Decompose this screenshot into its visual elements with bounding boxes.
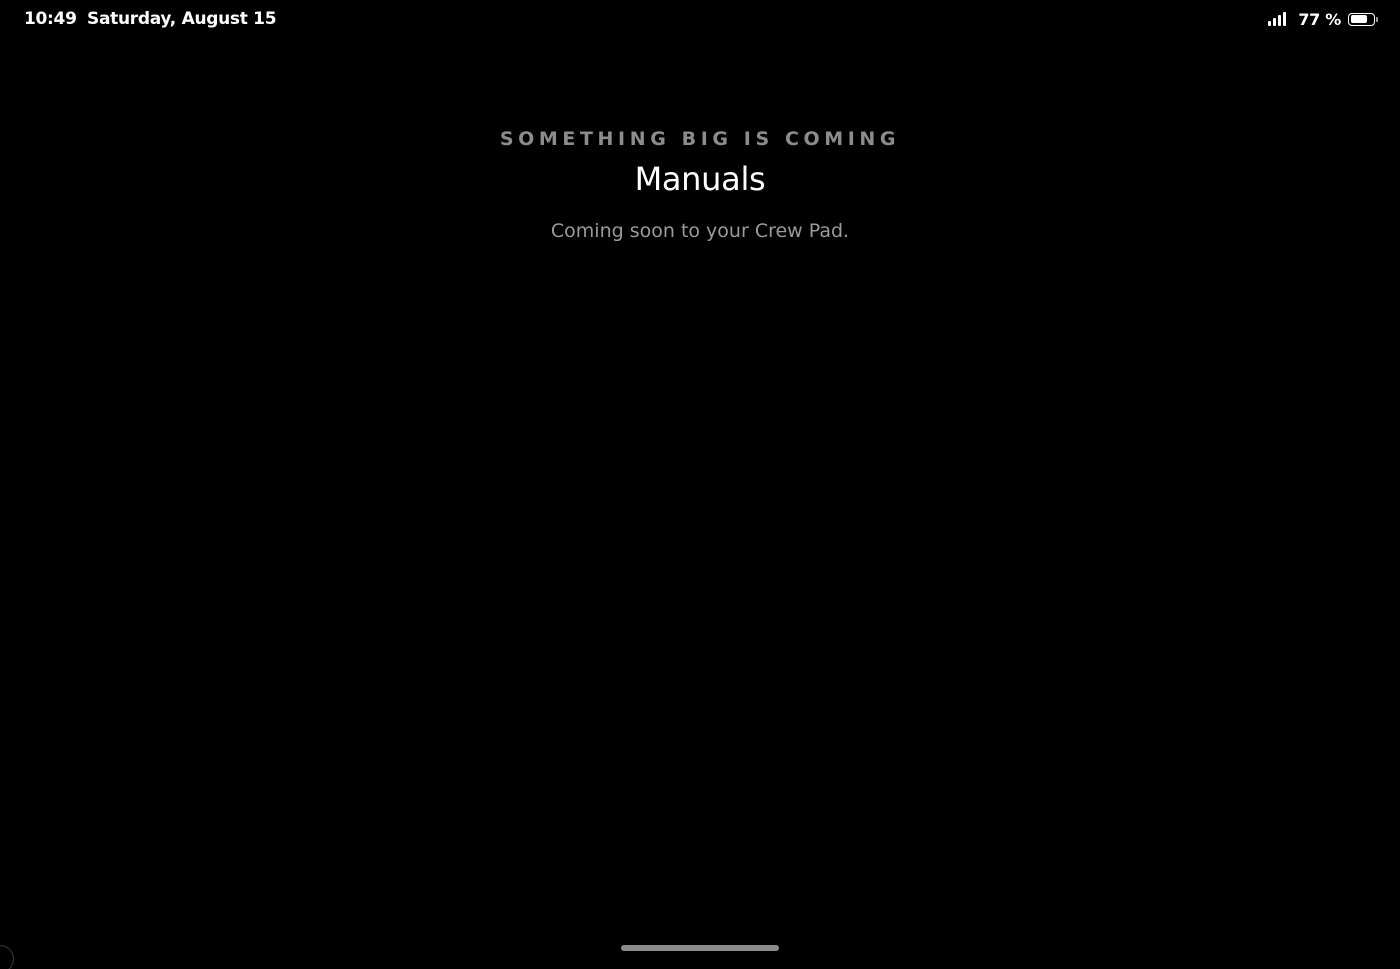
status-bar: 10:49 Saturday, August 15 77 % [0,0,1400,40]
coming-soon-eyebrow: SOMETHING BIG IS COMING [499,128,901,150]
status-time: 10:49 [24,9,77,29]
cellular-signal-icon [1266,12,1287,26]
page-title: Manuals [634,160,766,198]
status-indicators: 77 % [1266,9,1378,29]
battery-icon [1348,12,1378,26]
corner-circle-icon [0,945,14,969]
battery-percentage: 77 % [1298,9,1341,29]
home-indicator[interactable] [621,945,779,951]
status-date: Saturday, August 15 [87,9,277,29]
screen: 10:49 Saturday, August 15 77 % SOMETHING… [0,0,1400,969]
battery-level-fill [1350,15,1368,23]
page-subtitle: Coming soon to your Crew Pad. [550,220,850,242]
